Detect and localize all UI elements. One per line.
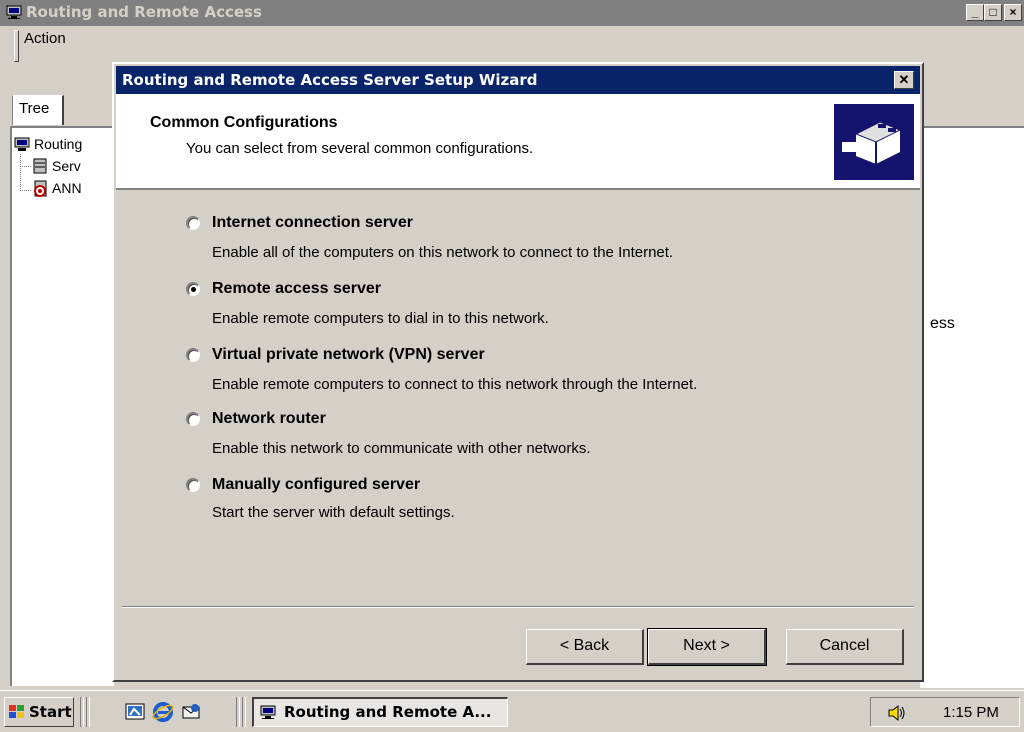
header-title: Common Configurations <box>150 114 338 131</box>
routing-node-icon <box>14 137 30 151</box>
tab-tree[interactable]: Tree <box>12 95 64 125</box>
close-button[interactable]: × <box>1004 4 1022 21</box>
windows-logo-icon <box>9 705 24 718</box>
cancel-button[interactable]: Cancel <box>786 629 904 665</box>
taskbar-separator <box>242 697 246 727</box>
option-label[interactable]: Remote access server <box>212 280 381 298</box>
option-description: Start the server with default settings. <box>212 504 455 521</box>
taskbar-item-routing[interactable]: Routing and Remote A... <box>252 697 508 727</box>
wizard-title: Routing and Remote Access Server Setup W… <box>122 71 538 89</box>
setup-wizard-dialog: Routing and Remote Access Server Setup W… <box>112 62 924 682</box>
start-button[interactable]: Start <box>4 697 74 727</box>
server-icon <box>33 158 47 174</box>
toolbar-grip <box>14 30 19 62</box>
tree-pane[interactable]: Routing Serv ANN <box>10 126 114 686</box>
menu-action[interactable]: Action <box>24 30 66 47</box>
header-subtitle: You can select from several common confi… <box>186 140 534 157</box>
main-window-title: Routing and Remote Access <box>26 3 262 21</box>
routing-app-icon <box>260 705 276 719</box>
option-label[interactable]: Virtual private network (VPN) server <box>212 346 485 364</box>
taskbar-separator <box>80 697 84 727</box>
option-description: Enable remote computers to dial in to th… <box>212 310 549 327</box>
radio-network-router[interactable] <box>186 412 200 426</box>
taskbar-separator <box>86 697 90 727</box>
menu-action-label: Action <box>24 30 66 47</box>
volume-icon[interactable] <box>887 704 907 722</box>
button-separator <box>122 606 914 608</box>
radio-vpn-server[interactable] <box>186 348 200 362</box>
clock[interactable]: 1:15 PM <box>943 704 999 721</box>
taskbar-separator <box>236 697 240 727</box>
minimize-button[interactable]: _ <box>966 4 984 21</box>
next-button[interactable]: Next > <box>647 628 767 666</box>
option-description: Enable all of the computers on this netw… <box>212 244 674 261</box>
details-pane-text: ess <box>930 315 955 332</box>
main-titlebar[interactable]: Routing and Remote Access _ □ × <box>0 0 1024 26</box>
option-description: Enable this network to communicate with … <box>212 440 591 457</box>
tree-connector <box>20 166 31 191</box>
show-desktop-icon[interactable] <box>124 701 146 723</box>
start-label: Start <box>29 703 72 721</box>
tree-item-routing[interactable]: Routing <box>34 136 82 152</box>
option-label[interactable]: Network router <box>212 410 326 428</box>
system-tray: 1:15 PM <box>870 697 1020 727</box>
maximize-button[interactable]: □ <box>984 4 1002 21</box>
wizard-close-button[interactable]: ✕ <box>894 71 914 89</box>
radio-internet-connection-server[interactable] <box>186 216 200 230</box>
server-stopped-icon <box>34 180 47 197</box>
internet-explorer-icon[interactable] <box>152 701 174 723</box>
tree-item-server[interactable]: Serv <box>52 158 81 174</box>
option-label[interactable]: Manually configured server <box>212 476 420 494</box>
taskbar-item-label: Routing and Remote A... <box>284 703 492 721</box>
tab-tree-label: Tree <box>19 100 50 117</box>
tree-item-ann[interactable]: ANN <box>52 180 82 196</box>
radio-remote-access-server[interactable] <box>186 282 200 296</box>
outlook-express-icon[interactable] <box>180 701 202 723</box>
routing-app-icon <box>6 5 22 19</box>
wizard-titlebar[interactable]: Routing and Remote Access Server Setup W… <box>116 66 920 94</box>
option-label[interactable]: Internet connection server <box>212 214 413 232</box>
option-description: Enable remote computers to connect to th… <box>212 376 698 393</box>
back-button[interactable]: < Back <box>526 629 644 665</box>
wizard-header: Common Configurations You can select fro… <box>116 94 920 190</box>
details-pane[interactable] <box>920 126 1024 688</box>
radio-manually-configured-server[interactable] <box>186 478 200 492</box>
network-connector-icon <box>834 104 914 180</box>
taskbar: Start Routing and Remote A... 1:15 PM <box>0 690 1024 732</box>
